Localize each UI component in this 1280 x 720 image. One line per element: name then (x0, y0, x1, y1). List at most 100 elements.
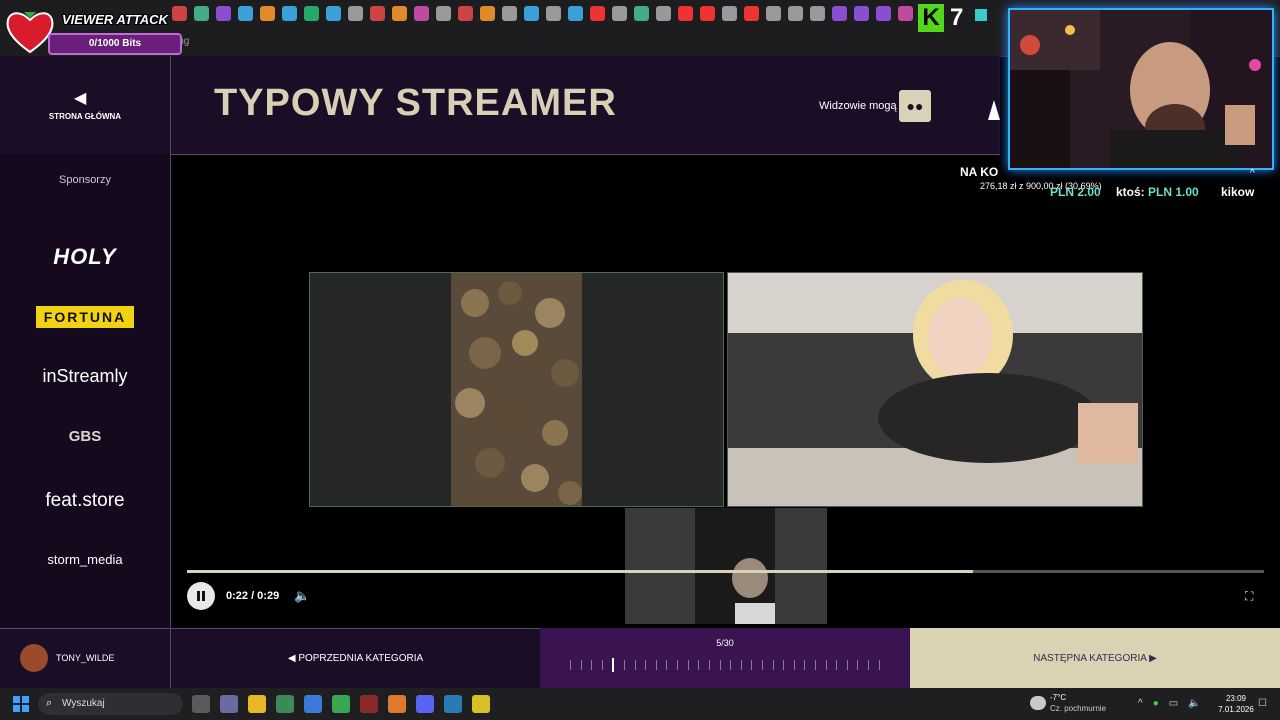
microphone-icon[interactable]: ● (1153, 698, 1159, 709)
sponsor-feat-store[interactable]: feat.store (0, 490, 170, 512)
playback-time: 0:22 / 0:29 (226, 590, 280, 602)
sponsor-fortuna[interactable]: FORTUNA (0, 306, 170, 328)
system-clock[interactable]: 23:09 7.01.2026 (1216, 693, 1256, 715)
category-progress: 5/30 (540, 628, 910, 688)
bookmark-icon[interactable] (678, 6, 693, 21)
category-tick (804, 660, 806, 670)
weather-description: Cz. pochmurnie (1050, 704, 1107, 713)
next-category-button[interactable]: NASTĘPNA KATEGORIA ▶ (910, 628, 1280, 688)
bookmark-icon[interactable] (612, 6, 627, 21)
video-tile-guest (727, 272, 1143, 507)
discord-icon[interactable] (416, 695, 434, 713)
bookmark-icon[interactable] (590, 6, 605, 21)
coins-video (310, 273, 723, 506)
viewers-button[interactable]: ●● (899, 90, 931, 122)
store-icon[interactable] (276, 695, 294, 713)
webcam-video (1010, 10, 1272, 168)
bookmark-icon[interactable] (656, 6, 671, 21)
chrome-icon[interactable] (332, 695, 350, 713)
bookmark-icon[interactable] (458, 6, 473, 21)
guest-video (728, 273, 1142, 506)
category-tick (687, 660, 689, 670)
previous-category-button[interactable]: ◀ POPRZEDNIA KATEGORIA (171, 628, 540, 688)
clock-time: 23:09 (1225, 694, 1247, 703)
donation-goal-title: NA KO (960, 165, 999, 179)
category-tick (751, 660, 753, 670)
category-tick (815, 660, 817, 670)
arrow-right-icon: ▶ (1149, 653, 1157, 664)
bookmark-icon[interactable] (854, 6, 869, 21)
sponsors-title: Sponsorzy (59, 174, 111, 186)
viewer-attack-title: VIEWER ATTACK (62, 12, 168, 27)
donation-ticker-item: ktoś: PLN 1.00 (1116, 185, 1199, 199)
user-profile[interactable]: TONY_WILDE (0, 628, 171, 688)
bookmark-icon[interactable] (480, 6, 495, 21)
network-icon[interactable]: ▭ (1169, 698, 1178, 709)
voicemeeter-icon[interactable] (360, 695, 378, 713)
bookmark-icon[interactable] (370, 6, 385, 21)
category-tick (730, 660, 732, 670)
bookmark-icon[interactable] (876, 6, 891, 21)
category-tick (645, 660, 647, 670)
bookmark-icon[interactable] (744, 6, 759, 21)
bookmark-icon[interactable] (194, 6, 209, 21)
sponsor-instreamly[interactable]: inStreamly (0, 366, 170, 387)
bookmark-icon[interactable] (326, 6, 341, 21)
category-tick (666, 660, 668, 670)
bookmark-icon[interactable] (898, 6, 913, 21)
viewer-attack-progress: 0/1000 Bits (48, 33, 182, 55)
bookmark-icon[interactable] (766, 6, 781, 21)
weather-widget[interactable]: -7°C Cz. pochmurnie (1030, 693, 1120, 717)
chevron-up-icon[interactable]: ^ (1138, 698, 1143, 709)
username: TONY_WILDE (56, 653, 115, 663)
category-tick (580, 660, 582, 670)
category-ticks (570, 658, 880, 672)
taskbar-search-box[interactable]: ⌕ Wyszukaj (38, 693, 183, 715)
category-tick (601, 660, 603, 670)
bookmark-icon[interactable] (700, 6, 715, 21)
firefox-icon[interactable] (388, 695, 406, 713)
app-icon[interactable] (220, 695, 238, 713)
windows-start-icon[interactable] (13, 696, 29, 712)
bookmark-icon[interactable] (722, 6, 737, 21)
photos-icon[interactable] (444, 695, 462, 713)
volume-icon[interactable]: 🔈 (294, 588, 310, 604)
bookmark-icon[interactable] (788, 6, 803, 21)
category-tick (825, 660, 827, 670)
sponsors-sidebar: Sponsorzy HOLY FORTUNA inStreamly GBS fe… (0, 154, 171, 628)
next-category-text: NASTĘPNA KATEGORIA ▶ (910, 653, 1280, 664)
bookmark-icon[interactable] (634, 6, 649, 21)
mail-icon[interactable] (304, 695, 322, 713)
bookmark-icon[interactable] (414, 6, 429, 21)
bookmark-icon[interactable] (216, 6, 231, 21)
bookmark-icon[interactable] (304, 6, 319, 21)
file-explorer-icon[interactable] (248, 695, 266, 713)
speaker-icon[interactable]: 🔈 (1188, 698, 1200, 709)
bookmark-icon[interactable] (546, 6, 561, 21)
bookmark-icon[interactable] (260, 6, 275, 21)
bookmark-icon[interactable] (810, 6, 825, 21)
bookmark-icon[interactable] (832, 6, 847, 21)
bookmark-icon[interactable] (502, 6, 517, 21)
sponsor-holy[interactable]: HOLY (0, 244, 170, 270)
task-view-icon[interactable] (192, 695, 210, 713)
sponsor-storm-media[interactable]: storm_media (0, 552, 170, 567)
bookmark-icon[interactable] (348, 6, 363, 21)
bookmark-icon[interactable] (524, 6, 539, 21)
previous-category-text: ◀ POPRZEDNIA KATEGORIA (171, 653, 540, 664)
bookmark-icon[interactable] (568, 6, 583, 21)
notifications-icon[interactable]: ☐ (1258, 698, 1267, 709)
fullscreen-icon[interactable]: ⛶ (1245, 589, 1253, 604)
previous-category-label: POPRZEDNIA KATEGORIA (298, 653, 424, 664)
seek-bar[interactable] (187, 570, 1264, 573)
bookmark-icon[interactable] (392, 6, 407, 21)
app-icon[interactable] (472, 695, 490, 713)
avatar (20, 644, 48, 672)
pause-button[interactable] (187, 582, 215, 610)
bookmark-icon[interactable] (282, 6, 297, 21)
sponsor-gbs[interactable]: GBS (0, 428, 170, 445)
home-button[interactable]: ◀ STRONA GŁÓWNA (0, 56, 171, 154)
bookmark-icon[interactable] (436, 6, 451, 21)
taskbar-apps (192, 695, 490, 713)
bookmark-icon[interactable] (238, 6, 253, 21)
